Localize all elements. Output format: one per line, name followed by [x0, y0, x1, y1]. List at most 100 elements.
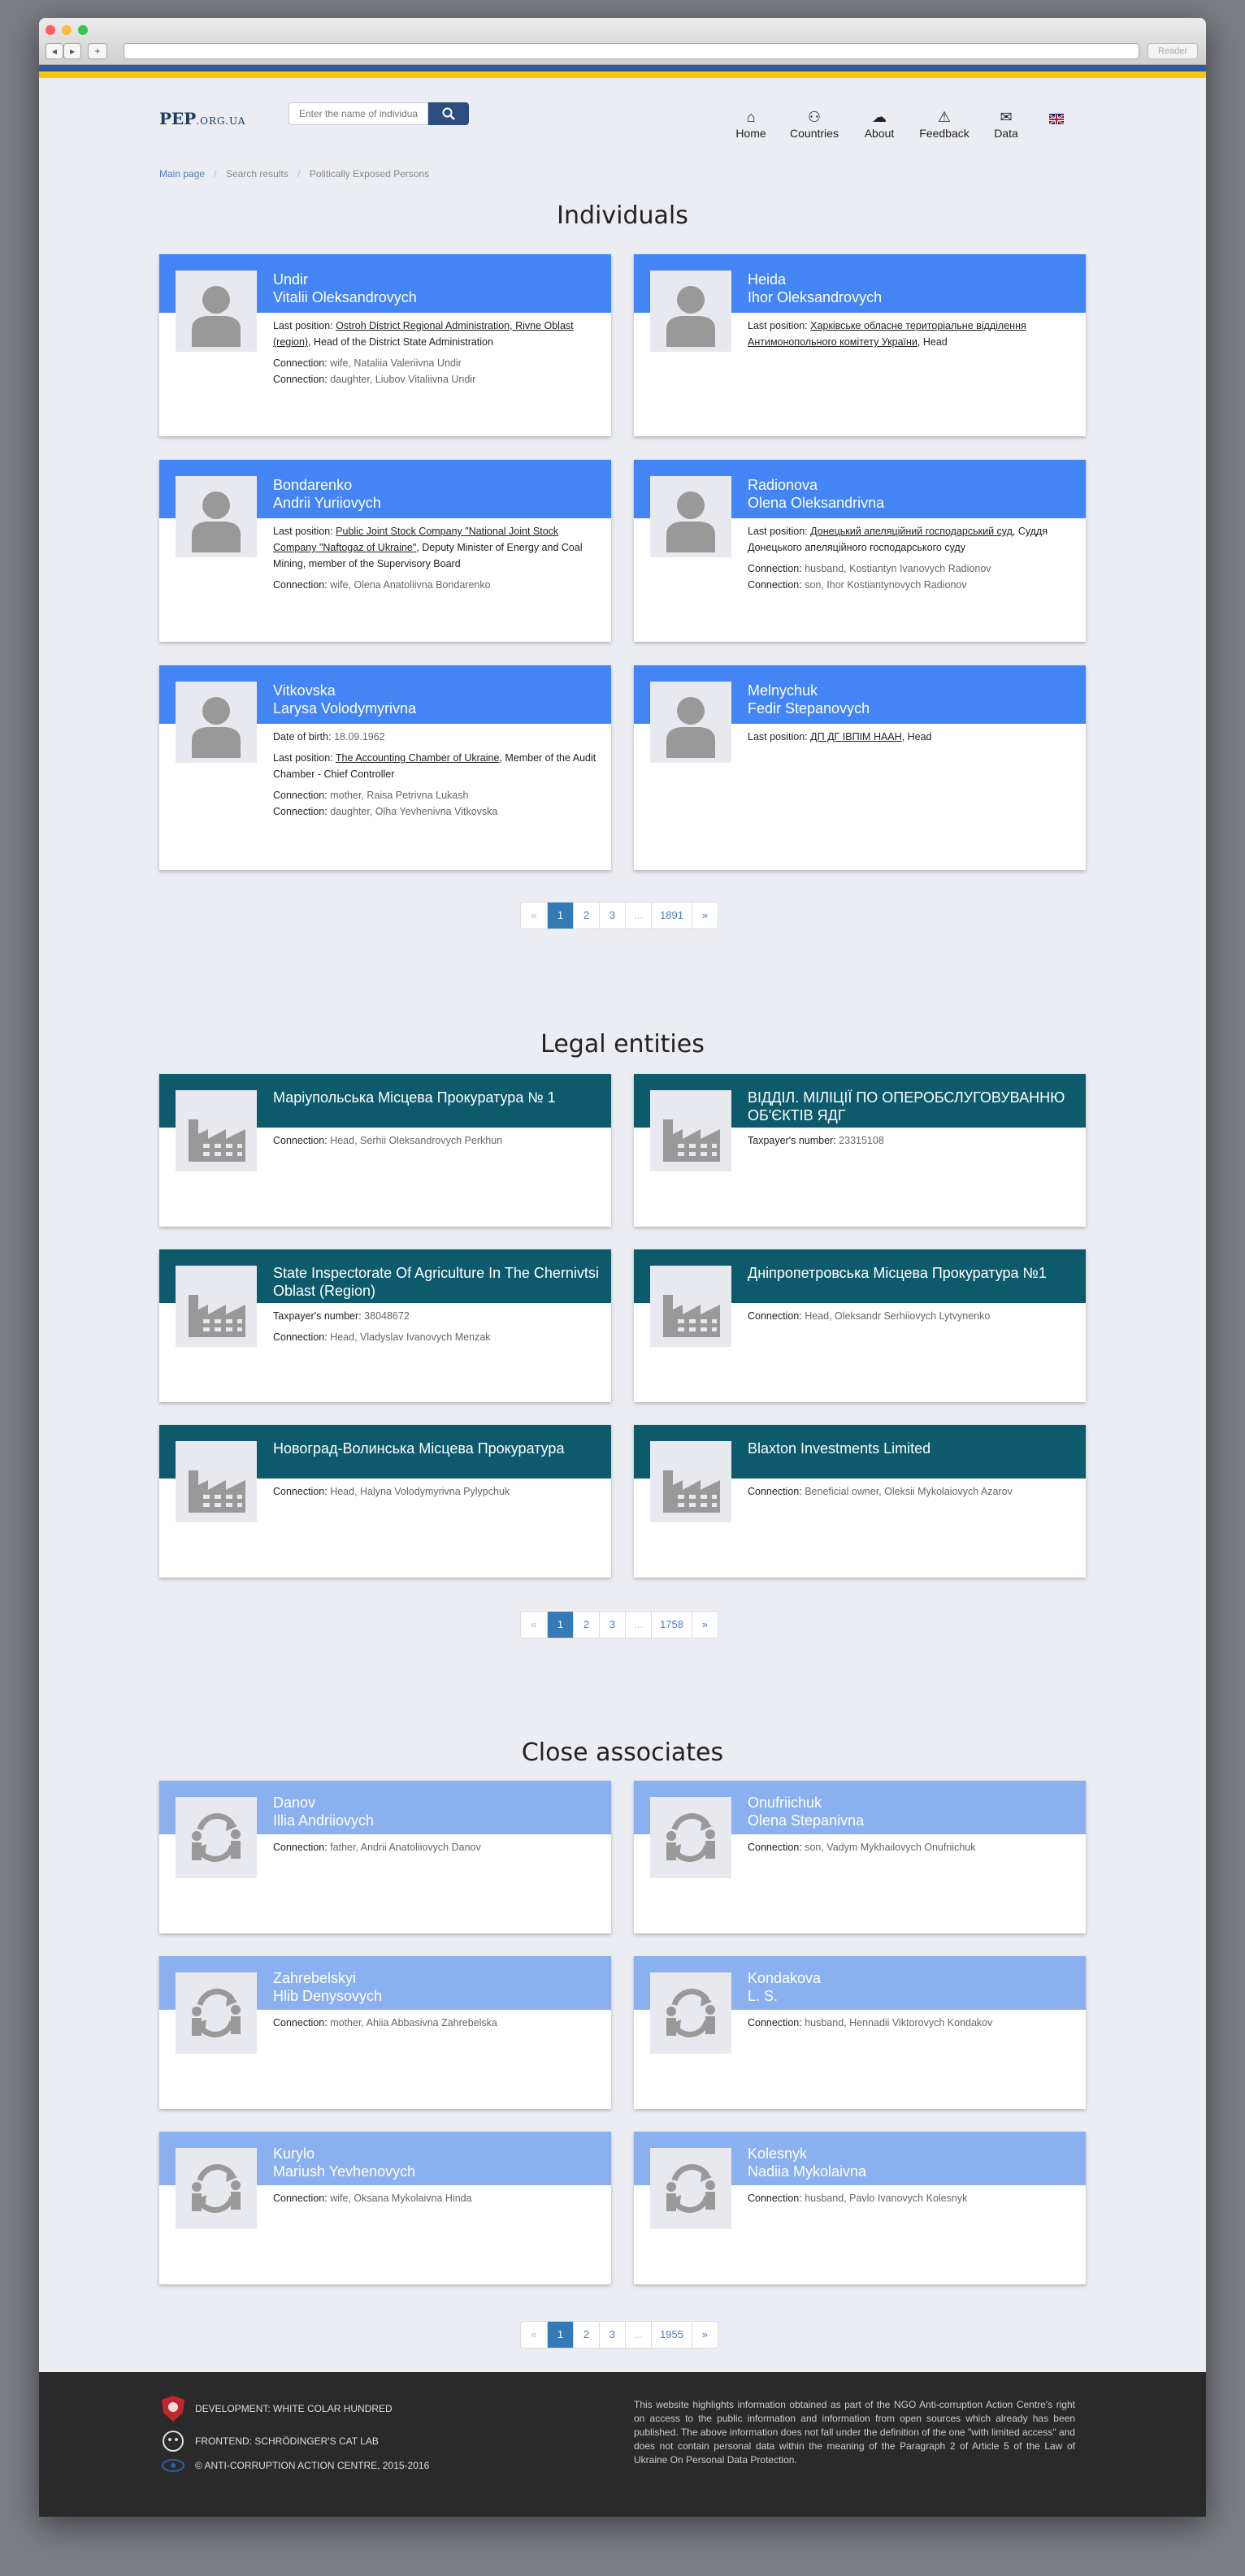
detail-value[interactable]: Head, Oleksandr Serhiiovych Lytvynenko: [805, 1310, 990, 1322]
associate-name[interactable]: Hlib Denysovych: [273, 1987, 611, 2005]
pagination-page[interactable]: 1: [547, 2322, 573, 2348]
pagination-page[interactable]: 3: [599, 2322, 625, 2348]
pagination-next[interactable]: »: [691, 903, 718, 929]
position-link[interactable]: ДП ДГ ІВПІМ НААН: [810, 731, 902, 742]
ass-card[interactable]: Kondakova L. S. Connection: husband, Henna…: [634, 1956, 1086, 2109]
pagination-page[interactable]: 1: [547, 1612, 573, 1638]
ind-card[interactable]: Heida Ihor Oleksandrovych Last position: Х…: [634, 254, 1086, 436]
nav-countries[interactable]: ⚇ Countries: [782, 109, 847, 140]
pagination-page[interactable]: 1758: [651, 1612, 692, 1638]
position-link[interactable]: Донецький апеляційний господарський суд: [810, 526, 1013, 537]
connection-value[interactable]: son, Ihor Kostiantynovych Radionov: [805, 579, 966, 591]
detail-value[interactable]: Beneficial owner, Oleksii Mykolaiovych A…: [805, 1486, 1013, 1497]
pagination-next[interactable]: »: [691, 2322, 718, 2348]
pagination-page[interactable]: 2: [573, 2322, 599, 2348]
add-tab-button[interactable]: +: [88, 43, 107, 59]
connection-value[interactable]: husband, Pavlo Ivanovych Kolesnyk: [805, 2193, 967, 2204]
person-surname[interactable]: Bondarenko: [273, 476, 611, 494]
person-name[interactable]: Olena Oleksandrivna: [748, 494, 1086, 512]
position-link[interactable]: The Accounting Chamber of Ukraine: [336, 752, 500, 764]
person-surname[interactable]: Melnychuk: [748, 682, 1086, 699]
leg-card[interactable]: Маріупольська Місцева Прокуратура № 1 Con…: [159, 1074, 611, 1227]
connection-value[interactable]: mother, Ahiia Abbasivna Zahrebelska: [330, 2017, 497, 2028]
pagination-page[interactable]: 1891: [651, 903, 692, 929]
zoom-window-button[interactable]: [78, 25, 88, 35]
detail-value[interactable]: Head, Serhii Oleksandrovych Perkhun: [330, 1135, 502, 1146]
associate-surname[interactable]: Kurylo: [273, 2145, 611, 2163]
nav-feedback[interactable]: ⚠ Feedback: [912, 109, 977, 140]
leg-card[interactable]: Blaxton Investments Limited Connection: B…: [634, 1425, 1086, 1578]
breadcrumb-main-page[interactable]: Main page: [159, 168, 205, 180]
associate-name[interactable]: L. S.: [748, 1987, 1086, 2005]
ass-card[interactable]: Danov Illia Andriiovych Connection: father…: [159, 1781, 611, 1933]
nav-data[interactable]: ✉ Data: [974, 109, 1039, 140]
ass-card[interactable]: Onufriichuk Olena Stepanivna Connection: s…: [634, 1781, 1086, 1933]
search-button[interactable]: [428, 102, 469, 125]
connection-value[interactable]: wife, Nataliia Valeriivna Undir: [330, 357, 462, 369]
detail-value[interactable]: Head, Vladyslav Ivanovych Menzak: [330, 1331, 490, 1343]
person-name[interactable]: Vitalii Oleksandrovych: [273, 288, 611, 306]
ind-card[interactable]: Radionova Olena Oleksandrivna Last positio…: [634, 460, 1086, 642]
connection-value[interactable]: husband, Kostiantyn Ivanovych Radionov: [805, 563, 991, 574]
person-name[interactable]: Andrii Yuriiovych: [273, 494, 611, 512]
associate-name[interactable]: Illia Andriiovych: [273, 1812, 611, 1829]
associate-surname[interactable]: Onufriichuk: [748, 1794, 1086, 1812]
associate-surname[interactable]: Kolesnyk: [748, 2145, 1086, 2163]
english-language-flag[interactable]: [1048, 114, 1065, 125]
person-name[interactable]: Ihor Oleksandrovych: [748, 288, 1086, 306]
person-surname[interactable]: Heida: [748, 271, 1086, 288]
entity-name[interactable]: State Inspectorate Of Agriculture In The…: [273, 1264, 611, 1300]
ind-card[interactable]: Melnychuk Fedir Stepanovych Last position:…: [634, 665, 1086, 870]
connection-value[interactable]: husband, Hennadii Viktorovych Kondakov: [805, 2017, 992, 2028]
leg-card[interactable]: ВІДДІЛ. МІЛІЦІЇ ПО ОПЕРОБСЛУГОВУВАННЮ ОБ…: [634, 1074, 1086, 1227]
ass-card[interactable]: Zahrebelskyi Hlib Denysovych Connection: m…: [159, 1956, 611, 2109]
connection-value[interactable]: wife, Olena Anatoliivna Bondarenko: [330, 579, 490, 591]
person-surname[interactable]: Vitkovska: [273, 682, 611, 699]
ind-card[interactable]: Bondarenko Andrii Yuriiovych Last position…: [159, 460, 611, 642]
entity-name[interactable]: Новоград-Волинська Місцева Прокуратура: [273, 1440, 611, 1457]
associate-surname[interactable]: Danov: [273, 1794, 611, 1812]
back-button[interactable]: ◂: [46, 43, 63, 59]
pagination-page[interactable]: 1: [547, 903, 573, 929]
pagination-next[interactable]: »: [691, 1612, 718, 1638]
person-name[interactable]: Fedir Stepanovych: [748, 699, 1086, 717]
detail-value[interactable]: Head, Halyna Volodymyrivna Pylypchuk: [330, 1486, 510, 1497]
person-surname[interactable]: Radionova: [748, 476, 1086, 494]
pagination-page[interactable]: 2: [573, 1612, 599, 1638]
leg-card[interactable]: Новоград-Волинська Місцева Прокуратура Co…: [159, 1425, 611, 1578]
associate-name[interactable]: Mariush Yevhenovych: [273, 2163, 611, 2180]
entity-name[interactable]: Маріупольська Місцева Прокуратура № 1: [273, 1089, 611, 1106]
reader-button[interactable]: Reader: [1147, 43, 1198, 59]
footer-dev-text[interactable]: Development: White Colar Hundred: [195, 2403, 393, 2414]
connection-value[interactable]: father, Andrii Anatoliiovych Danov: [330, 1842, 481, 1853]
entity-name[interactable]: Дніпропетровська Місцева Прокуратура №1: [748, 1264, 1086, 1282]
detail-value[interactable]: 23315108: [839, 1135, 884, 1146]
address-bar[interactable]: [124, 43, 1139, 59]
connection-value[interactable]: wife, Oksana Mykolaivna Hinda: [330, 2193, 471, 2204]
footer-frontend-text[interactable]: Frontend: Schrödinger's Cat Lab: [195, 2435, 379, 2447]
person-name[interactable]: Larysa Volodymyrivna: [273, 699, 611, 717]
nav-home[interactable]: ⌂ Home: [718, 109, 783, 140]
pagination-prev[interactable]: «: [521, 2322, 547, 2348]
connection-value[interactable]: daughter, Olha Yevhenivna Vitkovska: [330, 806, 497, 817]
nav-about[interactable]: ☁ About: [847, 109, 912, 140]
connection-value[interactable]: mother, Raisa Petrivna Lukash: [330, 790, 468, 801]
breadcrumb-search-results[interactable]: Search results: [226, 168, 288, 180]
minimize-window-button[interactable]: [62, 25, 72, 35]
leg-card[interactable]: Дніпропетровська Місцева Прокуратура №1 C…: [634, 1249, 1086, 1402]
associate-name[interactable]: Nadiia Mykolaivna: [748, 2163, 1086, 2180]
connection-value[interactable]: daughter, Liubov Vitaliivna Undir: [330, 374, 475, 385]
ind-card[interactable]: Undir Vitalii Oleksandrovych Last position…: [159, 254, 611, 436]
entity-name[interactable]: Blaxton Investments Limited: [748, 1440, 1086, 1457]
site-logo[interactable]: PEP.ORG.UA: [159, 109, 245, 128]
ind-card[interactable]: Vitkovska Larysa Volodymyrivna Date of bir…: [159, 665, 611, 870]
associate-name[interactable]: Olena Stepanivna: [748, 1812, 1086, 1829]
pagination-page[interactable]: 1955: [651, 2322, 692, 2348]
associate-surname[interactable]: Kondakova: [748, 1969, 1086, 1987]
pagination-page[interactable]: 3: [599, 1612, 625, 1638]
forward-button[interactable]: ▸: [63, 43, 81, 59]
pagination-page[interactable]: 2: [573, 903, 599, 929]
pagination-prev[interactable]: «: [521, 1612, 547, 1638]
associate-surname[interactable]: Zahrebelskyi: [273, 1969, 611, 1987]
search-input[interactable]: [288, 102, 428, 125]
